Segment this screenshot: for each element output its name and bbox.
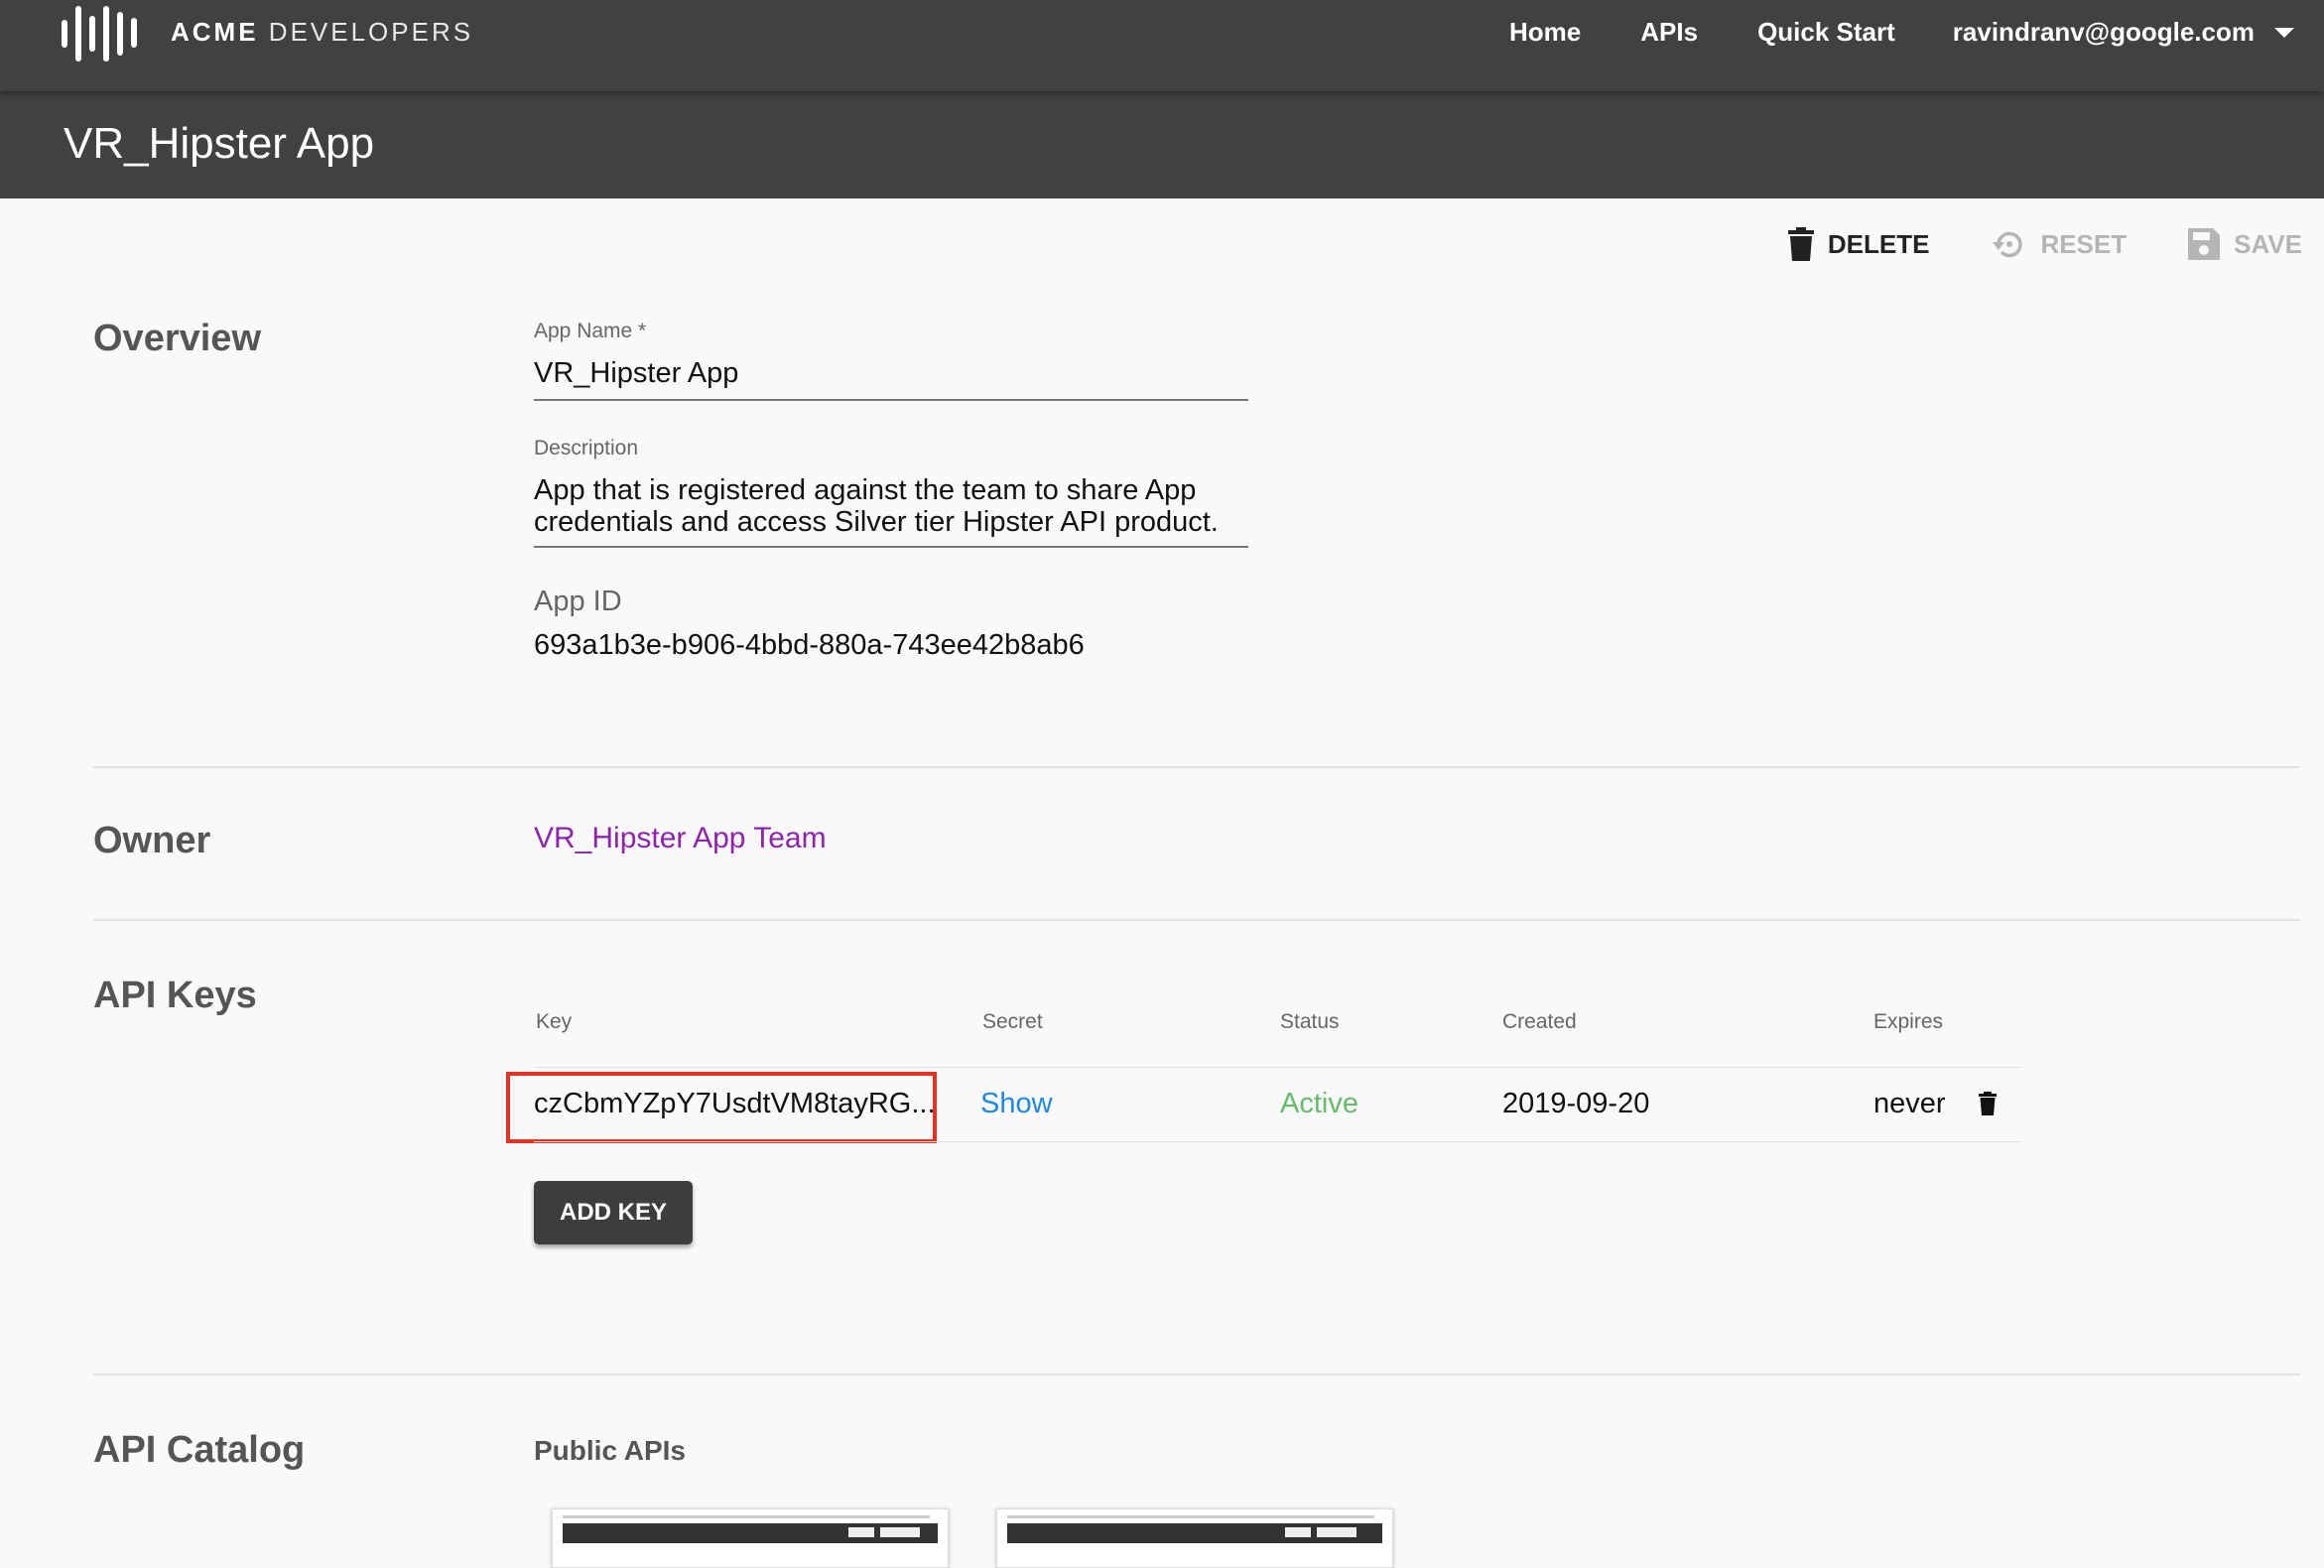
card-preview-text	[1007, 1515, 1374, 1518]
page-title: VR_Hipster App	[64, 119, 375, 168]
brand-logo[interactable]: ACME DEVELOPERS	[62, 0, 473, 64]
nav-home-link[interactable]: Home	[1509, 17, 1581, 48]
card-preview-text	[563, 1515, 930, 1518]
column-header-secret: Secret	[982, 1010, 1043, 1033]
delete-label: DELETE	[1827, 228, 1930, 259]
add-key-button[interactable]: ADD KEY	[534, 1181, 693, 1244]
app-id-label: App ID	[534, 586, 622, 617]
description-input[interactable]: App that is registered against the team …	[534, 474, 1219, 538]
app-name-input[interactable]: VR_Hipster App	[534, 357, 738, 389]
api-key-value[interactable]: czCbmYZpY7UsdtVM8tayRG...	[534, 1088, 936, 1120]
nav-quick-start-link[interactable]: Quick Start	[1757, 17, 1895, 48]
overview-section-label: Overview	[93, 318, 261, 359]
card-preview-button	[848, 1527, 874, 1537]
description-underline	[534, 546, 1248, 548]
card-preview-button	[1285, 1527, 1311, 1537]
description-line-2: credentials and access Silver tier Hipst…	[534, 506, 1219, 538]
api-catalog-section-label: API Catalog	[93, 1429, 306, 1471]
delete-key-trash-icon[interactable]	[1979, 1092, 1997, 1120]
caret-down-icon	[2274, 28, 2294, 38]
section-divider	[93, 1373, 2300, 1375]
created-date: 2019-09-20	[1502, 1088, 1650, 1119]
user-email: ravindranv@google.com	[1952, 16, 2255, 47]
column-header-expires: Expires	[1873, 1010, 1944, 1033]
app-actions: DELETE RESET SAVE	[1727, 224, 2302, 264]
delete-button[interactable]: DELETE	[1787, 227, 1930, 261]
page-title-bar: VR_Hipster App	[0, 91, 2324, 198]
brand-name: ACME DEVELOPERS	[171, 16, 474, 47]
expires-value: never	[1873, 1088, 1946, 1119]
app-id-value: 693a1b3e-b906-4bbd-880a-743ee42b8ab6	[534, 629, 1085, 661]
main-nav: Home APIs Quick Start ravindranv@google.…	[1450, 0, 2294, 64]
app-name-label: App Name *	[534, 320, 647, 342]
floppy-disk-icon	[2188, 228, 2221, 260]
card-preview-button	[1317, 1527, 1356, 1537]
owner-team-link[interactable]: VR_Hipster App Team	[534, 822, 827, 855]
table-header-divider	[534, 1067, 2022, 1068]
table-row-divider	[534, 1141, 2022, 1142]
reset-label: RESET	[2040, 228, 2128, 259]
top-navigation-bar: ACME DEVELOPERS Home APIs Quick Start ra…	[0, 0, 2324, 91]
owner-section-label: Owner	[93, 820, 211, 861]
column-header-status: Status	[1280, 1010, 1340, 1033]
save-button[interactable]: SAVE	[2188, 228, 2302, 260]
section-divider	[93, 766, 2300, 768]
trash-icon	[1787, 227, 1814, 261]
show-secret-link[interactable]: Show	[980, 1088, 1053, 1120]
description-line-1: App that is registered against the team …	[534, 474, 1197, 506]
status-badge: Active	[1280, 1088, 1358, 1119]
api-card-thumbnail[interactable]	[552, 1508, 949, 1568]
reset-button[interactable]: RESET	[1991, 226, 2127, 262]
nav-apis-link[interactable]: APIs	[1640, 17, 1698, 48]
save-label: SAVE	[2234, 228, 2302, 259]
app-name-underline	[534, 399, 1248, 401]
api-keys-section-label: API Keys	[93, 975, 257, 1016]
description-label: Description	[534, 437, 639, 459]
api-card-thumbnail[interactable]	[996, 1508, 1393, 1568]
section-divider	[93, 919, 2300, 921]
public-apis-heading: Public APIs	[534, 1435, 687, 1466]
sound-wave-logo-icon	[62, 6, 137, 62]
column-header-created: Created	[1502, 1010, 1577, 1033]
column-header-key: Key	[536, 1010, 573, 1033]
user-menu[interactable]: ravindranv@google.com	[1953, 17, 2294, 48]
card-preview-button	[880, 1527, 920, 1537]
reset-icon	[1993, 231, 2023, 258]
